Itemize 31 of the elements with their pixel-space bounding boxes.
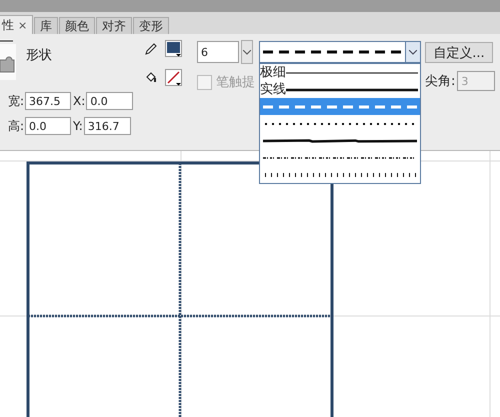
field-label: Y: — [73, 119, 83, 133]
custom-button[interactable]: 自定义... — [425, 42, 493, 63]
stroke-color-swatch[interactable] — [165, 40, 182, 57]
close-icon[interactable]: × — [18, 18, 28, 32]
caret-icon — [409, 50, 417, 54]
field-label: 高: — [8, 118, 24, 134]
field-label: X: — [73, 94, 86, 108]
checkbox[interactable] — [197, 74, 212, 90]
number-field[interactable]: 367.5 — [25, 92, 72, 110]
shape-icon — [0, 40, 16, 80]
object-type-label: 形状 — [26, 47, 52, 64]
panel-tab[interactable]: 对齐 — [96, 17, 132, 34]
number-field[interactable]: 0.0 — [86, 92, 134, 110]
panel-tab[interactable]: 性 × — [0, 15, 34, 34]
caret-icon — [243, 50, 251, 54]
miter-label: 尖角: — [425, 73, 456, 90]
panel-tab[interactable]: 颜色 — [59, 17, 96, 34]
stroke-size-dropdown-button[interactable] — [241, 40, 253, 64]
fill-color-swatch[interactable] — [165, 69, 182, 86]
stroke-style-dropdown[interactable] — [259, 41, 421, 63]
number-field[interactable]: 0.0 — [25, 117, 72, 135]
number-field[interactable]: 316.7 — [84, 117, 131, 135]
line-style-option[interactable]: 极细 — [260, 64, 420, 81]
panel-tab[interactable]: 库 — [34, 17, 58, 34]
pencil-icon[interactable] — [145, 42, 157, 54]
paint-bucket-icon[interactable] — [145, 72, 157, 84]
line-style-option[interactable]: 实线 — [260, 81, 420, 98]
panel-tab[interactable]: 变形 — [133, 17, 170, 34]
stroke-size-field[interactable]: 6 — [197, 41, 239, 63]
checkbox-label: 笔触提 — [216, 74, 255, 91]
field-label: 宽: — [8, 92, 24, 110]
